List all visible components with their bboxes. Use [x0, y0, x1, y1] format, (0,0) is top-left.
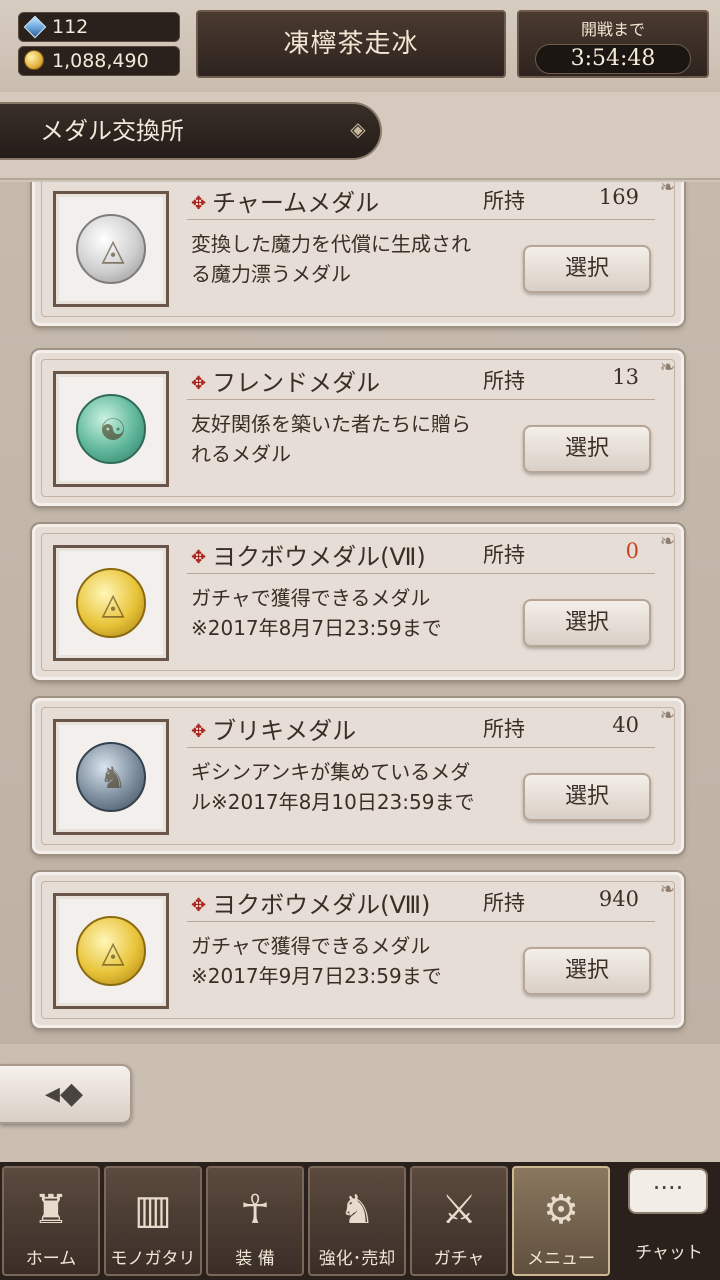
nav-equipment[interactable]: ☥ 装 備: [206, 1166, 304, 1276]
medal-name: ✥ フレンドメダル: [191, 369, 381, 397]
medal-card: ❧ ◬ ✥ チャームメダル 所持 169 変換した魔力を代償に生成され る魔力漂うメ…: [32, 182, 684, 326]
coin-count: 1,088,490: [52, 50, 149, 72]
medal-description: 変換した魔力を代償に生成され る魔力漂うメダル: [191, 232, 471, 286]
eye-triangle-icon: ◬: [76, 214, 146, 284]
battle-timer[interactable]: 開戦まで 3:54:48: [517, 10, 709, 78]
page-title-text: メダル交換所: [40, 117, 184, 145]
medal-list[interactable]: ❧ ◬ ✥ チャームメダル 所持 169 変換した魔力を代償に生成され る魔力漂うメ…: [0, 182, 720, 1044]
nav-label: 装 備: [235, 1249, 275, 1269]
select-button[interactable]: 選択: [523, 773, 651, 821]
gears-icon: ⚙: [543, 1187, 579, 1233]
medal-description: ガチャで獲得できるメダル ※2017年8月7日23:59まで: [191, 586, 442, 640]
coin-counter: 1,088,490: [18, 46, 180, 76]
owned-count: 13: [612, 365, 639, 389]
book-icon: ▥: [134, 1187, 172, 1233]
sort-icon[interactable]: ◈: [346, 114, 370, 144]
medal-image: ☯: [53, 371, 169, 487]
tin-soldier-icon: ♞: [76, 742, 146, 812]
nav-label: メニュー: [527, 1249, 595, 1269]
timer-value: 3:54:48: [535, 44, 691, 74]
medal-image: ♞: [53, 719, 169, 835]
cross-icon: ✥: [191, 547, 207, 568]
back-arrow-icon: ◂◆: [44, 1076, 84, 1111]
bottom-nav: ♜ ホーム ▥ モノガタリ ☥ 装 備 ♞ 強化･売却 ⚔ ガチャ ⚙ メニュー: [0, 1162, 720, 1280]
nav-label: ホーム: [25, 1249, 77, 1269]
cross-icon: ✥: [191, 373, 207, 394]
crossed-swords-icon: ⚔: [441, 1187, 477, 1233]
owned-label: 所持: [483, 189, 525, 213]
select-button[interactable]: 選択: [523, 599, 651, 647]
player-name: 凍檸茶走冰: [283, 29, 419, 59]
gem-icon: [23, 15, 47, 39]
chat-bubble-icon: ····: [652, 1174, 684, 1202]
divider: [187, 921, 655, 922]
medal-name: ✥ ヨクボウメダル(Ⅶ): [191, 543, 426, 571]
coin-icon: [24, 50, 46, 72]
select-button[interactable]: 選択: [523, 245, 651, 293]
corner-ornament-icon: ❧: [659, 531, 675, 552]
owned-label: 所持: [483, 717, 525, 741]
medal-image: ◬: [53, 191, 169, 307]
page-title: メダル交換所: [0, 102, 382, 160]
page-header: メダル交換所 ◈: [0, 92, 720, 180]
owned-label: 所持: [483, 891, 525, 915]
nav-label: 強化･売却: [318, 1249, 396, 1269]
owned-label: 所持: [483, 543, 525, 567]
chat-label[interactable]: チャット: [622, 1238, 716, 1263]
eye-triangle-icon: ◬: [76, 568, 146, 638]
back-strip: ◂◆: [0, 1044, 720, 1162]
nav-enhance-sell[interactable]: ♞ 強化･売却: [308, 1166, 406, 1276]
medal-name: ✥ チャームメダル: [191, 189, 380, 217]
select-button[interactable]: 選択: [523, 425, 651, 473]
nav-label: モノガタリ: [110, 1249, 196, 1269]
twin-faces-icon: ☯: [76, 394, 146, 464]
shield-horse-icon: ♞: [339, 1187, 375, 1233]
divider: [187, 573, 655, 574]
gem-count: 112: [52, 16, 89, 38]
medal-name: ✥ ヨクボウメダル(Ⅷ): [191, 891, 431, 919]
gem-counter: 112: [18, 12, 180, 42]
cross-icon: ✥: [191, 193, 207, 214]
divider: [187, 399, 655, 400]
medal-name: ✥ ブリキメダル: [191, 717, 357, 745]
medal-card: ❧ ◬ ✥ ヨクボウメダル(Ⅷ) 所持 940 ガチャで獲得できるメダル ※2017…: [32, 872, 684, 1028]
castle-icon: ♜: [33, 1187, 69, 1233]
owned-count: 40: [612, 713, 639, 737]
owned-count: 940: [598, 887, 639, 911]
medal-description: ギシンアンキが集めているメダ ル※2017年8月10日23:59まで: [191, 760, 475, 814]
medal-card: ❧ ◬ ✥ ヨクボウメダル(Ⅶ) 所持 0 ガチャで獲得できるメダル ※2017年8…: [32, 524, 684, 680]
medal-description: 友好関係を築いた者たちに贈ら れるメダル: [191, 412, 471, 466]
player-name-plate[interactable]: 凍檸茶走冰: [196, 10, 506, 78]
cross-icon: ✥: [191, 721, 207, 742]
medal-card: ❧ ☯ ✥ フレンドメダル 所持 13 友好関係を築いた者たちに贈ら れるメダル 選…: [32, 350, 684, 506]
eye-triangle-icon: ◬: [76, 916, 146, 986]
nav-menu[interactable]: ⚙ メニュー: [512, 1166, 610, 1276]
corner-ornament-icon: ❧: [659, 357, 675, 378]
back-button[interactable]: ◂◆: [0, 1064, 132, 1124]
chat-button[interactable]: ····: [628, 1168, 708, 1214]
corner-ornament-icon: ❧: [659, 182, 675, 198]
timer-label: 開戦まで: [580, 20, 645, 39]
owned-label: 所持: [483, 369, 525, 393]
owned-count: 169: [598, 185, 639, 209]
owned-count: 0: [625, 539, 639, 563]
puppet-icon: ☥: [240, 1187, 270, 1233]
top-bar: 112 1,088,490 凍檸茶走冰 開戦まで 3:54:48: [0, 0, 720, 92]
medal-image: ◬: [53, 545, 169, 661]
corner-ornament-icon: ❧: [659, 705, 675, 726]
divider: [187, 219, 655, 220]
nav-home[interactable]: ♜ ホーム: [2, 1166, 100, 1276]
medal-image: ◬: [53, 893, 169, 1009]
corner-ornament-icon: ❧: [659, 879, 675, 900]
select-button[interactable]: 選択: [523, 947, 651, 995]
nav-gacha[interactable]: ⚔ ガチャ: [410, 1166, 508, 1276]
nav-label: ガチャ: [433, 1249, 485, 1269]
medal-card: ❧ ♞ ✥ ブリキメダル 所持 40 ギシンアンキが集めているメダ ル※2017年8…: [32, 698, 684, 854]
nav-story[interactable]: ▥ モノガタリ: [104, 1166, 202, 1276]
divider: [187, 747, 655, 748]
medal-description: ガチャで獲得できるメダル ※2017年9月7日23:59まで: [191, 934, 442, 988]
cross-icon: ✥: [191, 895, 207, 916]
